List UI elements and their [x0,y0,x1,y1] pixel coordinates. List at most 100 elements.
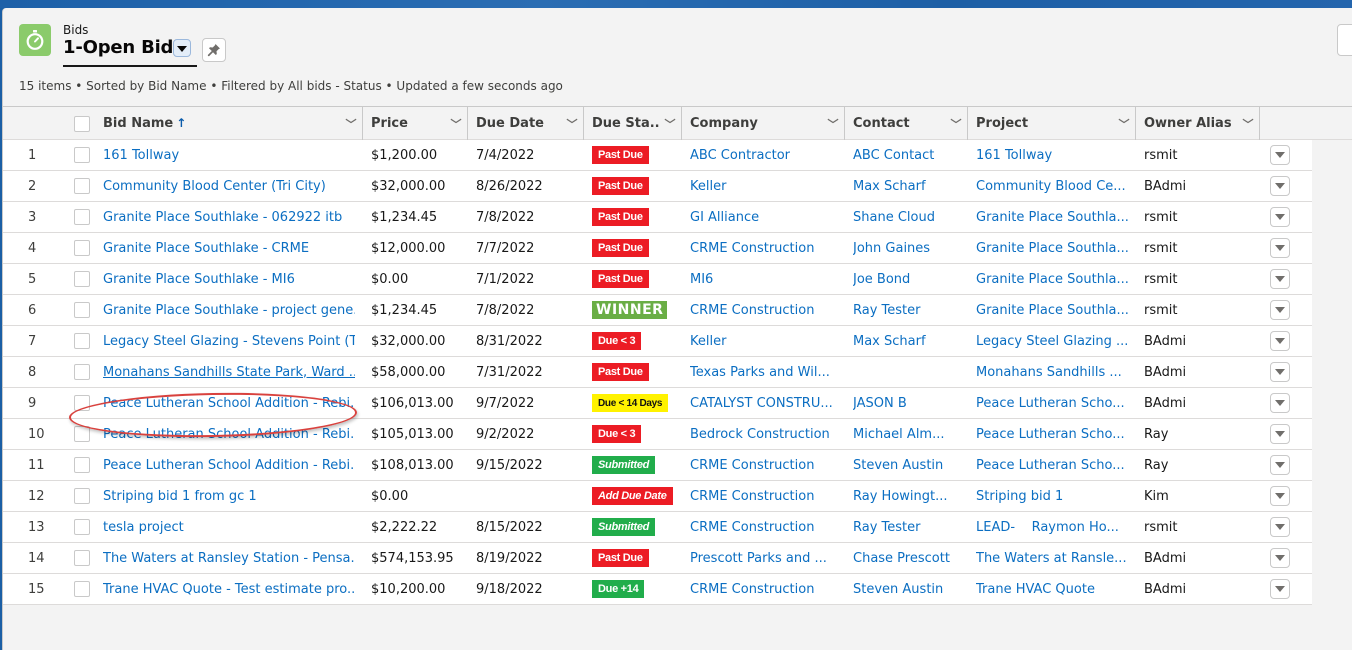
contact-link[interactable]: Shane Cloud [853,210,935,225]
company-link[interactable]: CRME Construction [690,489,814,504]
company-link[interactable]: CRME Construction [690,582,814,597]
list-view-controls-button[interactable] [1337,24,1352,56]
row-checkbox[interactable] [74,457,90,473]
project-link[interactable]: Peace Lutheran Scho... [976,427,1125,442]
chevron-down-icon[interactable]: ﹀ [1237,116,1259,132]
row-checkbox[interactable] [74,519,90,535]
project-link[interactable]: Granite Place Southla... [976,272,1129,287]
project-link[interactable]: Legacy Steel Glazing ... [976,334,1128,349]
company-link[interactable]: Texas Parks and Wil... [690,365,830,380]
row-actions-button[interactable] [1270,145,1290,165]
chevron-down-icon[interactable]: ﹀ [561,116,583,132]
row-select[interactable] [61,202,95,232]
contact-link[interactable]: Joe Bond [853,272,910,287]
bid-name-link[interactable]: Trane HVAC Quote - Test estimate pro... [103,582,355,597]
column-header-company[interactable]: Company ﹀ [682,107,845,140]
row-actions-button[interactable] [1270,331,1290,351]
company-link[interactable]: Keller [690,334,726,349]
project-link[interactable]: Granite Place Southla... [976,303,1129,318]
bid-name-link[interactable]: Granite Place Southlake - MI6 [103,272,295,287]
chevron-down-icon[interactable]: ﹀ [822,116,844,132]
chevron-down-icon[interactable]: ﹀ [445,116,467,132]
contact-link[interactable]: Ray Howingt... [853,489,948,504]
project-link[interactable]: Striping bid 1 [976,489,1063,504]
row-select[interactable] [61,419,95,449]
row-select[interactable] [61,450,95,480]
row-select[interactable] [61,233,95,263]
project-link[interactable]: Granite Place Southla... [976,210,1129,225]
company-link[interactable]: ABC Contractor [690,148,790,163]
row-checkbox[interactable] [74,488,90,504]
project-link[interactable]: The Waters at Ransle... [976,551,1127,566]
row-actions-button[interactable] [1270,424,1290,444]
project-link[interactable]: 161 Tollway [976,148,1052,163]
contact-link[interactable]: ABC Contact [853,148,934,163]
row-actions-button[interactable] [1270,455,1290,475]
project-link[interactable]: Community Blood Ce... [976,179,1126,194]
bid-name-link[interactable]: tesla project [103,520,184,535]
row-select[interactable] [61,543,95,573]
bid-name-link[interactable]: Granite Place Southlake - project gene..… [103,303,355,318]
column-header-contact[interactable]: Contact ﹀ [845,107,968,140]
row-checkbox[interactable] [74,302,90,318]
project-link[interactable]: LEAD- Raymon Ho... [976,520,1119,535]
project-link[interactable]: Granite Place Southla... [976,241,1129,256]
bid-name-link[interactable]: Community Blood Center (Tri City) [103,179,326,194]
row-actions-button[interactable] [1270,486,1290,506]
bid-name-link[interactable]: Granite Place Southlake - CRME [103,241,309,256]
column-header-due-date[interactable]: Due Date ﹀ [468,107,584,140]
company-link[interactable]: CRME Construction [690,458,814,473]
bid-name-link[interactable]: Granite Place Southlake - 062922 itb [103,210,342,225]
contact-link[interactable]: Ray Tester [853,520,920,535]
row-checkbox[interactable] [74,178,90,194]
bid-name-link[interactable]: Legacy Steel Glazing - Stevens Point (T.… [103,334,355,349]
bid-name-link[interactable]: Striping bid 1 from gc 1 [103,489,257,504]
column-header-owner-alias[interactable]: Owner Alias ﹀ [1136,107,1260,140]
contact-link[interactable]: John Gaines [853,241,930,256]
company-link[interactable]: CATALYST CONSTRU... [690,396,833,411]
chevron-down-icon[interactable]: ﹀ [1113,116,1135,132]
project-link[interactable]: Peace Lutheran Scho... [976,458,1125,473]
bid-name-link[interactable]: Peace Lutheran School Addition - Rebi... [103,427,355,442]
row-actions-button[interactable] [1270,548,1290,568]
chevron-down-icon[interactable]: ﹀ [659,116,681,132]
contact-link[interactable]: Michael Alm... [853,427,945,442]
company-link[interactable]: CRME Construction [690,520,814,535]
company-link[interactable]: Bedrock Construction [690,427,830,442]
row-actions-button[interactable] [1270,393,1290,413]
chevron-down-icon[interactable]: ﹀ [340,116,362,132]
company-link[interactable]: Keller [690,179,726,194]
row-select[interactable] [61,357,95,387]
chevron-down-icon[interactable]: ﹀ [945,116,967,132]
row-select[interactable] [61,481,95,511]
row-checkbox[interactable] [74,271,90,287]
select-all-checkbox[interactable] [74,115,90,132]
row-select[interactable] [61,512,95,542]
bid-name-link[interactable]: Peace Lutheran School Addition - Rebi... [103,458,355,473]
row-checkbox[interactable] [74,147,90,163]
contact-link[interactable]: Chase Prescott [853,551,950,566]
bid-name-link[interactable]: Peace Lutheran School Addition - Rebi... [103,396,355,411]
column-header-price[interactable]: Price ﹀ [363,107,468,140]
project-link[interactable]: Monahans Sandhills ... [976,365,1122,380]
row-actions-button[interactable] [1270,362,1290,382]
bid-name-link[interactable]: 161 Tollway [103,148,179,163]
row-select[interactable] [61,326,95,356]
row-select[interactable] [61,295,95,325]
project-link[interactable]: Peace Lutheran Scho... [976,396,1125,411]
row-checkbox[interactable] [74,209,90,225]
column-header-project[interactable]: Project ﹀ [968,107,1136,140]
row-select[interactable] [61,388,95,418]
header-select-all[interactable] [61,107,95,140]
bid-name-link[interactable]: The Waters at Ransley Station - Pensa... [103,551,355,566]
company-link[interactable]: MI6 [690,272,713,287]
row-checkbox[interactable] [74,240,90,256]
contact-link[interactable]: Max Scharf [853,334,926,349]
row-checkbox[interactable] [74,426,90,442]
row-checkbox[interactable] [74,581,90,597]
contact-link[interactable]: Max Scharf [853,179,926,194]
row-checkbox[interactable] [74,395,90,411]
pin-list-view-button[interactable] [202,38,226,62]
list-view-dropdown-button[interactable] [173,39,191,57]
bid-name-link[interactable]: Monahans Sandhills State Park, Ward ... [103,365,355,380]
